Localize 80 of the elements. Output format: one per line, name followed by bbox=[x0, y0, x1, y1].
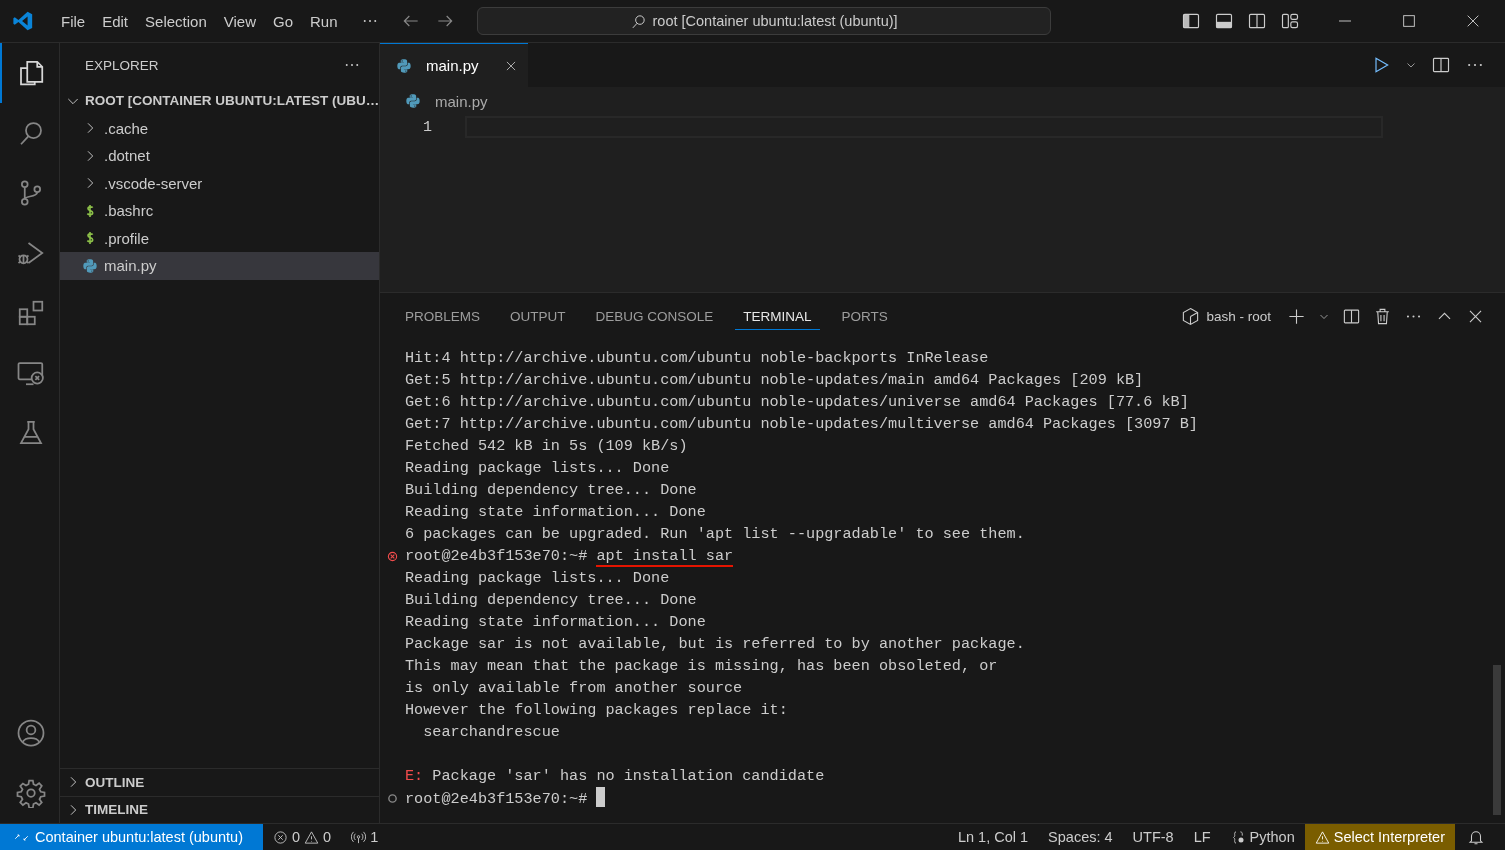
section-header[interactable]: OUTLINE bbox=[60, 768, 379, 796]
terminal-line: Package 'sar' has no installation candidate bbox=[431, 767, 825, 785]
file-tree-item[interactable]: .vscode-server bbox=[60, 169, 379, 197]
terminal-prompt: root@2e4b3f153e70:~# bbox=[405, 790, 588, 808]
panel-tab[interactable]: OUTPUT bbox=[502, 302, 574, 330]
split-layout-icon[interactable] bbox=[1247, 11, 1267, 31]
terminal-line: Reading package lists... Done bbox=[405, 568, 671, 589]
menu-item[interactable]: Go bbox=[265, 8, 301, 34]
trash-icon[interactable] bbox=[1373, 306, 1392, 326]
settings-icon[interactable] bbox=[15, 778, 46, 808]
bell-icon[interactable] bbox=[1467, 828, 1485, 846]
warning-icon bbox=[1314, 829, 1330, 845]
braces-icon bbox=[1230, 829, 1246, 845]
terminal-line: Get:6 http://archive.ubuntu.com/ubuntu noble-updates/universe amd64 Packages [77.6 kB] bbox=[405, 392, 1190, 413]
account-icon[interactable] bbox=[15, 718, 46, 748]
menu-item[interactable]: Run bbox=[302, 8, 346, 34]
menu-item[interactable]: Selection bbox=[137, 8, 215, 34]
status-item[interactable]: UTF-8 bbox=[1122, 824, 1184, 850]
terminal-line: However the following packages replace it: bbox=[405, 700, 789, 721]
terminal-line: Package sar is not available, but is referred to by another package. bbox=[405, 634, 1026, 655]
plus-icon[interactable] bbox=[1287, 306, 1306, 326]
cube-icon bbox=[1181, 306, 1201, 326]
sidebar-title: EXPLORER bbox=[85, 57, 159, 73]
antenna-icon bbox=[351, 829, 367, 845]
terminal-prompt: root@2e4b3f153e70:~# bbox=[405, 547, 588, 565]
folder-header[interactable]: ROOT [CONTAINER UBUNTU:LATEST (UBU… bbox=[60, 87, 379, 115]
split-editor-icon[interactable] bbox=[1431, 55, 1451, 75]
close-icon[interactable] bbox=[1465, 13, 1481, 29]
error-icon bbox=[273, 829, 288, 845]
error-prefix: E: bbox=[405, 767, 424, 785]
python-icon bbox=[396, 57, 412, 74]
maximize-icon[interactable] bbox=[1401, 13, 1417, 29]
file-tree-item[interactable]: .cache bbox=[60, 114, 379, 142]
file-tree-item[interactable]: .dotnet bbox=[60, 142, 379, 170]
terminal-line: Reading state information... Done bbox=[405, 502, 707, 523]
scrollbar[interactable] bbox=[1493, 665, 1501, 815]
terminal-name[interactable]: bash - root bbox=[1206, 308, 1271, 324]
menu-item[interactable]: View bbox=[215, 8, 264, 34]
menu-item[interactable]: Edit bbox=[94, 8, 137, 34]
terminal-line: This may mean that the package is missing, has been obsoleted, or bbox=[405, 656, 999, 677]
terminal-line: Building dependency tree... Done bbox=[405, 480, 698, 501]
panel-tab[interactable]: TERMINAL bbox=[735, 302, 820, 330]
command-center[interactable]: root [Container ubuntu:latest (ubuntu)] bbox=[476, 7, 1051, 35]
status-item[interactable]: Spaces: 4 bbox=[1038, 824, 1123, 850]
terminal-line: Get:7 http://archive.ubuntu.com/ubuntu noble-updates/multiverse amd64 Packages [3097 B] bbox=[405, 414, 1199, 435]
terminal-line: Get:5 http://archive.ubuntu.com/ubuntu noble-updates/main amd64 Packages [209 kB] bbox=[405, 370, 1145, 391]
panel-tab[interactable]: PROBLEMS bbox=[397, 302, 489, 330]
menu-item[interactable]: File bbox=[53, 8, 94, 34]
problems-indicator[interactable]: 0 0 bbox=[263, 824, 342, 850]
terminal-line: Building dependency tree... Done bbox=[405, 590, 698, 611]
terminal-line: Hit:4 http://archive.ubuntu.com/ubuntu noble-backports InRelease bbox=[405, 348, 990, 369]
warning-icon bbox=[304, 829, 320, 845]
panel-tab[interactable]: DEBUG CONSOLE bbox=[587, 302, 722, 330]
file-tree-item[interactable]: .bashrc bbox=[60, 197, 379, 225]
sidebar-layout-icon[interactable] bbox=[1181, 11, 1201, 31]
panel-layout-icon[interactable] bbox=[1214, 11, 1234, 31]
select-interpreter-button[interactable]: Select Interpreter bbox=[1304, 824, 1455, 850]
panel-tab[interactable]: PORTS bbox=[833, 302, 896, 330]
terminal-line: Fetched 542 kB in 5s (109 kB/s) bbox=[405, 436, 689, 457]
status-item[interactable]: Ln 1, Col 1 bbox=[947, 824, 1039, 850]
terminal-line: Reading package lists... Done bbox=[405, 458, 671, 479]
editor-tab[interactable]: main.py bbox=[380, 43, 528, 87]
terminal-line: Reading state information... Done bbox=[405, 612, 707, 633]
file-tree-item[interactable]: main.py bbox=[60, 252, 379, 280]
file-tree-item[interactable]: .profile bbox=[60, 224, 379, 252]
customize-layout-icon[interactable] bbox=[1280, 11, 1300, 31]
python-icon bbox=[405, 93, 421, 109]
breadcrumb[interactable]: main.py bbox=[435, 92, 488, 110]
language-mode[interactable]: Python bbox=[1220, 824, 1305, 850]
search-icon bbox=[629, 12, 647, 30]
status-item[interactable]: LF bbox=[1183, 824, 1221, 850]
terminal-line: 6 packages can be upgraded. Run 'apt list --upgradable' to see them. bbox=[405, 524, 1026, 545]
terminal-line: is only available from another source bbox=[405, 678, 744, 699]
remote-indicator[interactable]: Container ubuntu:latest (ubuntu) bbox=[0, 824, 263, 850]
terminal-line: searchandrescue bbox=[422, 722, 561, 743]
ports-indicator[interactable]: 1 bbox=[341, 824, 389, 850]
python-icon bbox=[82, 257, 98, 274]
app-logo-icon bbox=[12, 10, 34, 32]
terminal-command: apt install sar bbox=[596, 547, 734, 567]
line-number: 1 bbox=[422, 118, 432, 136]
